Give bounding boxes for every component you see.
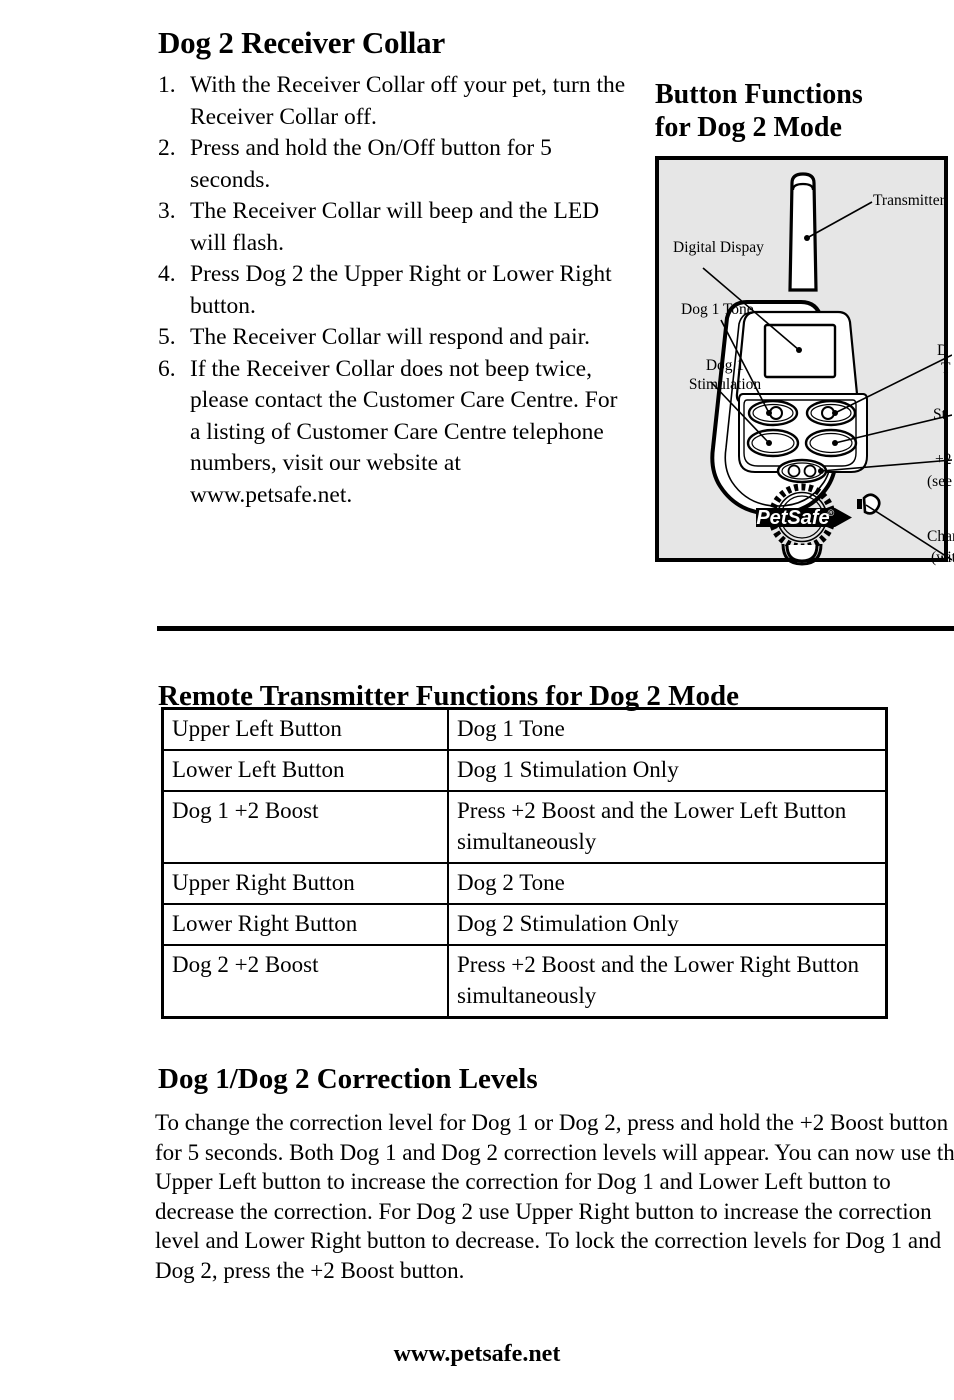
table-cell-function: Dog 1 Tone [447,707,888,751]
table-cell-function: Press +2 Boost and the Lower Left Button… [447,790,888,864]
table-cell-function: Dog 2 Tone [447,862,888,905]
table-row: Upper Right Button Dog 2 Tone [161,862,888,905]
table-cell-button: Lower Right Button [161,903,449,946]
step-number: 2. [158,135,176,162]
diagram-heading: Button Functions for Dog 2 Mode [655,78,954,144]
step-number: 5. [158,324,176,351]
table-cell-button: Dog 1 +2 Boost [161,790,449,864]
step-text: Press Dog 2 the Upper Right or Lower Rig… [190,261,612,319]
page-title: Dog 2 Receiver Collar [158,25,446,60]
callout-dog1-stimulation-line-1: Dog 1 [705,357,745,375]
transmitter-diagram-box: PetSafe ® Transmitter Digital Dispay Dog… [655,156,954,566]
step-text: With the Receiver Collar off your pet, t… [190,72,626,130]
remote-transmitter-functions-table: Upper Left Button Dog 1 Tone Lower Left … [161,707,888,1019]
step-number: 4. [158,261,176,288]
table-cell-function: Dog 1 Stimulation Only [447,749,888,792]
correction-levels-paragraph: To change the correction level for Dog 1… [155,1110,954,1283]
callout-dog1-tone: Dog 1 Tone [681,301,754,319]
step-number: 3. [158,198,176,225]
step-text: The Receiver Collar will beep and the LE… [190,198,600,256]
section-divider [157,626,954,631]
callout-charger-note-clipped: (wit [931,549,954,567]
callout-charger-clipped: Char [927,528,954,546]
step-text: If the Receiver Collar does not beep twi… [190,355,618,508]
step-number: 1. [158,72,176,99]
list-item: 4. Press Dog 2 the Upper Right or Lower … [158,259,628,322]
list-item: 6. If the Receiver Collar does not beep … [158,354,628,512]
table-row: Upper Left Button Dog 1 Tone [161,707,888,751]
footer-url: www.petsafe.net [393,1341,561,1367]
callout-dog2-stimulation-clipped: St [933,406,946,424]
table-cell-button: Upper Right Button [161,862,449,905]
list-item: 2. Press and hold the On/Off button for … [158,133,628,196]
table-cell-function: Press +2 Boost and the Lower Right Butto… [447,944,888,1019]
callout-dog1-stimulation-line-2: Stimulation [688,376,762,394]
callout-dog2-tone-clipped-line-2: T [941,360,951,378]
diagram-heading-line-2: for Dog 2 Mode [655,112,842,144]
instructions-column: Dog 2 Receiver Collar 1. With the Receiv… [158,25,628,511]
correction-levels-heading: Dog 1/Dog 2 Correction Levels [158,1063,538,1096]
table-cell-button: Lower Left Button [161,749,449,792]
step-text: The Receiver Collar will respond and pai… [190,324,591,351]
table-row: Dog 1 +2 Boost Press +2 Boost and the Lo… [161,790,888,864]
diagram-heading-line-1: Button Functions [655,79,863,110]
callout-dog2-tone-clipped: D [937,342,949,360]
table-cell-button: Upper Left Button [161,707,449,751]
diagram-column: Button Functions for Dog 2 Mode PetSafe … [655,78,954,566]
step-text: Press and hold the On/Off button for 5 s… [190,135,552,193]
table-row: Dog 2 +2 Boost Press +2 Boost and the Lo… [161,944,888,1019]
callout-digital-display: Digital Dispay [673,239,764,257]
callout-transmitter: Transmitter [873,192,945,210]
charger-jack-icon [862,493,881,515]
step-number: 6. [158,355,176,382]
list-item: 1. With the Receiver Collar off your pet… [158,70,628,133]
list-item: 5. The Receiver Collar will respond and … [158,322,628,354]
table-row: Lower Right Button Dog 2 Stimulation Onl… [161,903,888,946]
table-row: Lower Left Button Dog 1 Stimulation Only [161,749,888,792]
callout-boost-clipped: +2 [935,451,952,469]
callout-boost-note-clipped: (see t [927,473,954,491]
list-item: 3. The Receiver Collar will beep and the… [158,196,628,259]
steps-list: 1. With the Receiver Collar off your pet… [158,70,628,511]
table-cell-button: Dog 2 +2 Boost [161,944,449,1019]
table-cell-function: Dog 2 Stimulation Only [447,903,888,946]
svg-text:®: ® [828,508,835,518]
svg-text:PetSafe: PetSafe [756,507,829,529]
